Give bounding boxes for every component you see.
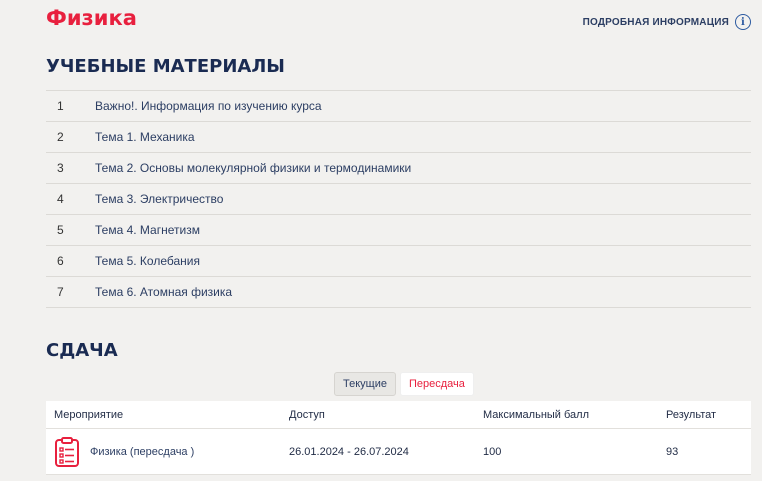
access-period: 26.01.2024 - 26.07.2024: [289, 445, 409, 458]
materials-title: УЧЕБНЫЕ МАТЕРИАЛЫ: [46, 56, 285, 77]
column-max-score: Максимальный балл: [483, 408, 589, 421]
course-title: Физика: [46, 6, 137, 30]
column-result: Результат: [666, 408, 717, 421]
exams-title: СДАЧА: [46, 340, 118, 361]
material-link[interactable]: Тема 2. Основы молекулярной физики и тер…: [95, 161, 411, 175]
material-link[interactable]: Тема 3. Электричество: [95, 192, 223, 206]
materials-list: 1 Важно!. Информация по изучению курса 2 Т…: [46, 90, 751, 308]
material-item[interactable]: 5 Тема 4. Магнетизм: [46, 215, 751, 246]
exam-table: Мероприятие Доступ Максимальный балл Рез…: [46, 401, 751, 475]
table-header: Мероприятие Доступ Максимальный балл Рез…: [46, 401, 751, 429]
material-item[interactable]: 6 Тема 5. Колебания: [46, 246, 751, 277]
info-icon[interactable]: i: [735, 14, 751, 30]
exam-tabs: Текущие Пересдача: [334, 372, 474, 396]
tab-current[interactable]: Текущие: [334, 372, 396, 396]
material-link[interactable]: Важно!. Информация по изучению курса: [95, 99, 322, 113]
column-event: Мероприятие: [54, 408, 124, 421]
table-row: Физика (пересдача ) 26.01.2024 - 26.07.2…: [46, 429, 751, 475]
material-number: 5: [57, 223, 64, 237]
material-number: 1: [57, 99, 64, 113]
material-link[interactable]: Тема 4. Магнетизм: [95, 223, 200, 237]
result: 93: [666, 445, 679, 458]
material-link[interactable]: Тема 6. Атомная физика: [95, 285, 232, 299]
tab-retake[interactable]: Пересдача: [399, 372, 474, 396]
material-link[interactable]: Тема 1. Механика: [95, 130, 195, 144]
material-item[interactable]: 3 Тема 2. Основы молекулярной физики и те…: [46, 153, 751, 184]
material-number: 2: [57, 130, 64, 144]
material-item[interactable]: 7 Тема 6. Атомная физика: [46, 277, 751, 308]
material-number: 7: [57, 285, 64, 299]
event-link[interactable]: Физика (пересдача ): [90, 446, 194, 458]
details-link-label: ПОДРОБНАЯ ИНФОРМАЦИЯ: [582, 16, 729, 28]
material-item[interactable]: 1 Важно!. Информация по изучению курса: [46, 91, 751, 122]
material-number: 4: [57, 192, 64, 206]
material-number: 6: [57, 254, 64, 268]
material-number: 3: [57, 161, 64, 175]
clipboard-icon: [54, 436, 80, 467]
details-link[interactable]: ПОДРОБНАЯ ИНФОРМАЦИЯ i: [583, 14, 751, 30]
material-item[interactable]: 4 Тема 3. Электричество: [46, 184, 751, 215]
material-item[interactable]: 2 Тема 1. Механика: [46, 122, 751, 153]
max-score: 100: [483, 445, 502, 458]
material-link[interactable]: Тема 5. Колебания: [95, 254, 200, 268]
event-cell: Физика (пересдача ): [46, 436, 289, 467]
column-access: Доступ: [289, 408, 325, 421]
